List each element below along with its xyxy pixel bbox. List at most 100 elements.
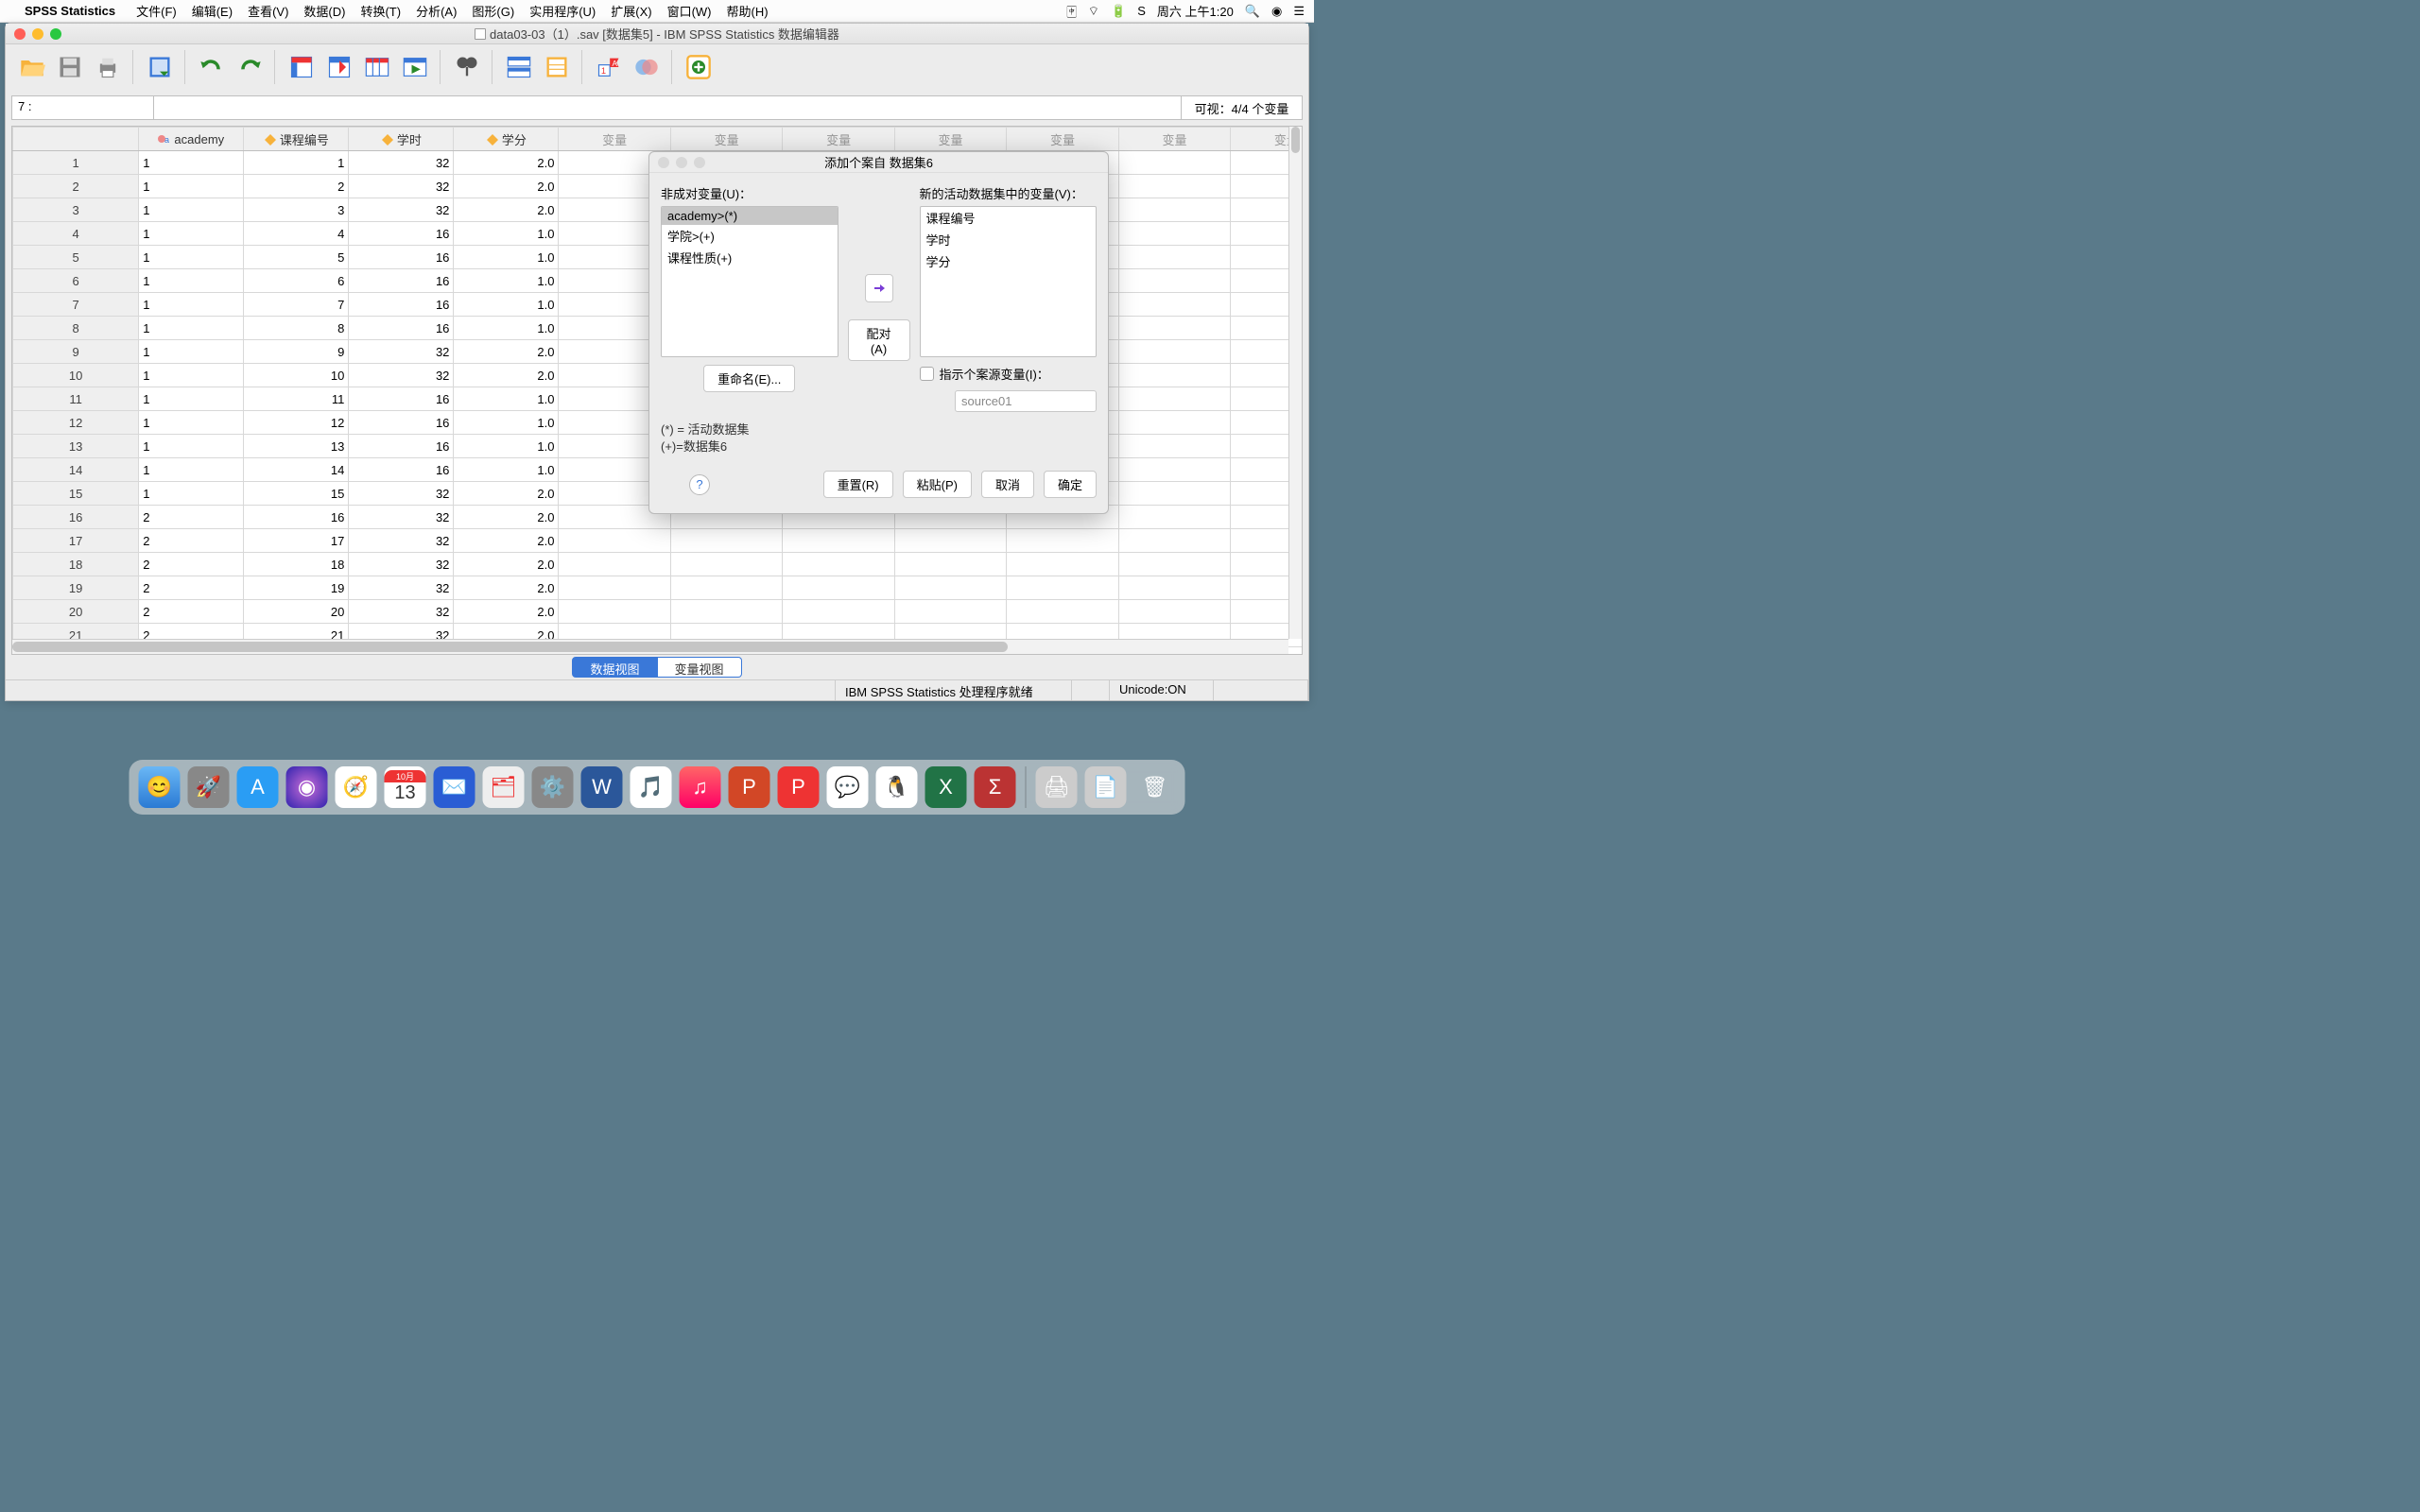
cell[interactable]: 2.0 [454, 175, 559, 198]
reset-button[interactable]: 重置(R) [823, 471, 893, 498]
menu-analyze[interactable]: 分析(A) [408, 2, 464, 20]
help-button[interactable]: ? [689, 474, 710, 495]
col-blank[interactable]: 变量 [783, 128, 894, 151]
cell[interactable] [559, 576, 670, 600]
pdf-icon[interactable]: P [778, 766, 820, 808]
cell[interactable]: 1.0 [454, 317, 559, 340]
cell[interactable]: 10 [244, 364, 349, 387]
row-header[interactable]: 2 [13, 175, 139, 198]
cell[interactable]: 32 [349, 340, 454, 364]
cell[interactable] [670, 576, 782, 600]
cell[interactable] [559, 553, 670, 576]
col-blank[interactable]: 变量 [1007, 128, 1118, 151]
cell[interactable]: 1 [139, 175, 244, 198]
s-icon[interactable]: S [1137, 4, 1146, 18]
cell[interactable]: 16 [349, 222, 454, 246]
cell[interactable] [1118, 340, 1230, 364]
cell[interactable]: 16 [349, 293, 454, 317]
pair-button[interactable]: 配对(A) [848, 319, 910, 361]
cell[interactable]: 1 [139, 269, 244, 293]
cell[interactable]: 16 [349, 246, 454, 269]
ime-icon[interactable]: 🀄︎ [1066, 4, 1076, 19]
menu-util[interactable]: 实用程序(U) [522, 2, 603, 20]
cell[interactable]: 1 [139, 482, 244, 506]
row-header[interactable]: 6 [13, 269, 139, 293]
siri-icon[interactable]: ◉ [1271, 4, 1282, 19]
powerpoint-icon[interactable]: P [729, 766, 770, 808]
cell[interactable] [1118, 387, 1230, 411]
cell[interactable]: 19 [244, 576, 349, 600]
cell[interactable] [670, 600, 782, 624]
row-header[interactable]: 7 [13, 293, 139, 317]
cell[interactable]: 32 [349, 600, 454, 624]
cell[interactable]: 1.0 [454, 293, 559, 317]
cell[interactable]: 2.0 [454, 600, 559, 624]
safari-icon[interactable]: 🧭 [336, 766, 377, 808]
col-credit[interactable]: 学分 [454, 128, 559, 151]
cell[interactable]: 32 [349, 506, 454, 529]
cell[interactable] [1007, 553, 1118, 576]
split-icon[interactable] [502, 50, 536, 84]
list-item[interactable]: 学院>(+) [662, 225, 838, 247]
appstore-icon[interactable]: A [237, 766, 279, 808]
cell[interactable]: 7 [244, 293, 349, 317]
cell[interactable] [1118, 458, 1230, 482]
cell[interactable]: 2.0 [454, 576, 559, 600]
cell[interactable]: 32 [349, 482, 454, 506]
cell[interactable]: 2 [139, 553, 244, 576]
cell[interactable] [1118, 600, 1230, 624]
cell[interactable]: 2.0 [454, 506, 559, 529]
cell[interactable]: 2.0 [454, 553, 559, 576]
menu-data[interactable]: 数据(D) [296, 2, 353, 20]
cell[interactable]: 16 [349, 435, 454, 458]
cell[interactable]: 2 [139, 506, 244, 529]
cell[interactable] [559, 600, 670, 624]
cell[interactable] [1118, 175, 1230, 198]
mail-icon[interactable]: ✉️ [434, 766, 475, 808]
row-header[interactable]: 18 [13, 553, 139, 576]
horizontal-scrollbar[interactable] [12, 639, 1288, 654]
use-sets-icon[interactable] [630, 50, 664, 84]
col-blank[interactable]: 变量 [670, 128, 782, 151]
cell[interactable]: 2 [244, 175, 349, 198]
cell[interactable] [783, 553, 894, 576]
cell[interactable]: 32 [349, 364, 454, 387]
cell[interactable]: 16 [349, 411, 454, 435]
cell[interactable]: 1 [139, 198, 244, 222]
finder-icon[interactable]: 😊 [139, 766, 181, 808]
cell[interactable]: 32 [349, 553, 454, 576]
cancel-button[interactable]: 取消 [981, 471, 1034, 498]
find-icon[interactable] [450, 50, 484, 84]
row-header[interactable]: 5 [13, 246, 139, 269]
cell[interactable]: 8 [244, 317, 349, 340]
col-hours[interactable]: 学时 [349, 128, 454, 151]
cell[interactable]: 1 [139, 340, 244, 364]
cell[interactable]: 16 [349, 317, 454, 340]
cell[interactable]: 1.0 [454, 387, 559, 411]
menu-graph[interactable]: 图形(G) [464, 2, 522, 20]
spss-icon[interactable]: Σ [975, 766, 1016, 808]
calendar-icon[interactable]: 10月13 [385, 766, 426, 808]
cell[interactable] [894, 576, 1006, 600]
menu-file[interactable]: 文件(F) [129, 2, 184, 20]
menu-transform[interactable]: 转换(T) [353, 2, 408, 20]
cell[interactable] [1118, 435, 1230, 458]
menu-ext[interactable]: 扩展(X) [603, 2, 659, 20]
print-icon[interactable] [91, 50, 125, 84]
row-header[interactable]: 4 [13, 222, 139, 246]
cell[interactable] [1118, 553, 1230, 576]
row-header[interactable]: 17 [13, 529, 139, 553]
row-header[interactable]: 19 [13, 576, 139, 600]
cell[interactable]: 1.0 [454, 411, 559, 435]
app-name[interactable]: SPSS Statistics [17, 4, 123, 18]
cell[interactable]: 2.0 [454, 364, 559, 387]
cell[interactable] [1118, 506, 1230, 529]
cell[interactable] [670, 529, 782, 553]
customize-icon[interactable] [682, 50, 716, 84]
cell[interactable] [783, 600, 894, 624]
unpaired-list[interactable]: academy>(*) 学院>(+) 课程性质(+) [661, 206, 838, 357]
source-checkbox[interactable] [920, 367, 934, 381]
cell[interactable]: 1 [139, 151, 244, 175]
newvars-list[interactable]: 课程编号 学时 学分 [920, 206, 1098, 357]
cell[interactable] [894, 600, 1006, 624]
